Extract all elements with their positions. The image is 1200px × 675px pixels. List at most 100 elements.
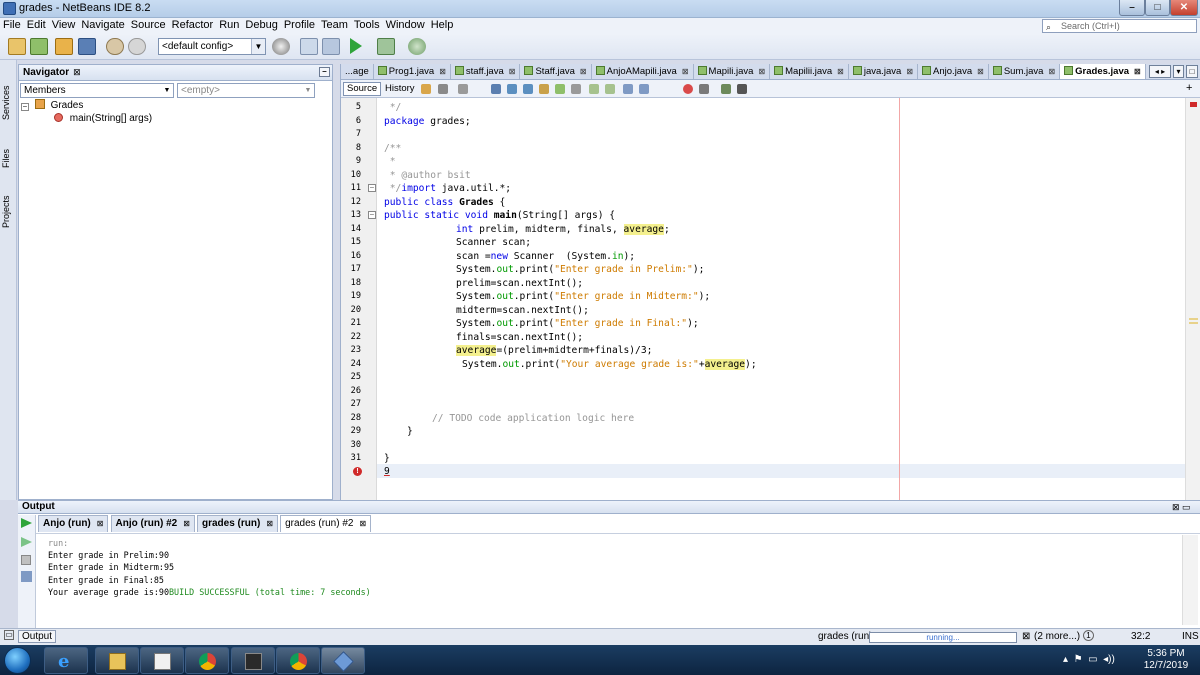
open-project-icon[interactable]	[55, 38, 73, 55]
taskbar-media[interactable]	[140, 647, 184, 674]
empty-select[interactable]: <empty> ▼	[177, 83, 315, 98]
close-icon[interactable]: ⊠	[758, 67, 765, 76]
save-all-icon[interactable]	[78, 38, 96, 55]
close-icon[interactable]: ⊠	[439, 67, 446, 76]
tab-files[interactable]: Files	[1, 138, 16, 178]
tab-list-icon[interactable]: ▾	[1173, 65, 1184, 78]
close-icon[interactable]: ⊠	[580, 67, 587, 76]
close-icon[interactable]: ⊠	[977, 67, 984, 76]
split-plus-icon[interactable]: +	[1186, 82, 1192, 94]
clean-build-icon[interactable]	[300, 38, 318, 55]
output-scrollbar[interactable]	[1182, 535, 1198, 625]
undo-icon[interactable]	[106, 38, 124, 55]
rerun-icon[interactable]	[21, 518, 32, 528]
system-tray[interactable]: ▴ ⚑ ▭ ◂))	[1063, 654, 1115, 665]
next-bookmark-icon[interactable]	[571, 84, 581, 94]
menu-debug[interactable]: Debug	[242, 18, 280, 31]
close-button[interactable]: ✕	[1170, 0, 1198, 16]
output-tab-grades-run[interactable]: grades (run) ⊠	[196, 515, 279, 532]
restore-icon[interactable]: ▭	[4, 630, 14, 640]
tab-projects[interactable]: Projects	[1, 184, 16, 240]
close-icon[interactable]: ⊠	[359, 519, 366, 528]
close-icon[interactable]: ⊠	[509, 67, 516, 76]
menu-navigate[interactable]: Navigate	[78, 18, 127, 31]
tab-scroll-arrows[interactable]: ◂ ▸	[1149, 65, 1171, 78]
notification-icon[interactable]: 1	[1083, 630, 1094, 641]
comment-icon[interactable]	[623, 84, 633, 94]
menu-file[interactable]: File	[0, 18, 24, 31]
close-icon[interactable]: ⊠	[837, 67, 844, 76]
toggle-bookmark-icon[interactable]	[555, 84, 565, 94]
search-input[interactable]: ⌕ Search (Ctrl+I)	[1042, 19, 1197, 33]
redo-icon[interactable]	[128, 38, 146, 55]
code-editor[interactable]: */ package grades; /** * * @author bsit …	[377, 98, 1185, 500]
collapse-icon[interactable]: –	[21, 103, 29, 111]
back-icon[interactable]	[438, 84, 448, 94]
menu-edit[interactable]: Edit	[24, 18, 49, 31]
uncomment-icon[interactable]	[639, 84, 649, 94]
tab-grades[interactable]: Grades.java ⊠	[1060, 64, 1146, 79]
menu-profile[interactable]: Profile	[281, 18, 318, 31]
menu-help[interactable]: Help	[428, 18, 457, 31]
close-icon[interactable]: ⊠	[682, 67, 689, 76]
occurrence-marker[interactable]	[1189, 322, 1198, 324]
maximize-editor-icon[interactable]: □	[1186, 65, 1198, 78]
last-edit-icon[interactable]	[421, 84, 431, 94]
build-icon[interactable]	[322, 38, 340, 55]
tree-node-method[interactable]: main(String[] args)	[21, 112, 152, 125]
config-select[interactable]: <default config> ▼	[158, 38, 266, 55]
tab-staff-upper[interactable]: Staff.java ⊠	[520, 64, 592, 79]
close-icon[interactable]: ⊠	[73, 67, 81, 77]
new-project-icon[interactable]	[30, 38, 48, 55]
close-task-icon[interactable]: ⊠	[1022, 631, 1030, 643]
members-select[interactable]: Members ▼	[20, 83, 174, 98]
tab-sum[interactable]: Sum.java ⊠	[989, 64, 1061, 79]
output-toggle-button[interactable]: Output	[18, 630, 57, 643]
forward-icon[interactable]	[458, 84, 468, 94]
output-window-controls[interactable]: ⊠ ▭	[1172, 502, 1191, 513]
taskbar-chrome[interactable]	[185, 647, 229, 674]
menu-source[interactable]: Source	[128, 18, 169, 31]
taskbar-netbeans[interactable]	[321, 647, 365, 674]
output-tab-grades-run-2[interactable]: grades (run) #2 ⊠	[280, 515, 372, 532]
close-icon[interactable]: ⊠	[1048, 67, 1055, 76]
close-icon[interactable]: ⊠	[97, 519, 104, 528]
maximize-button[interactable]: □	[1145, 0, 1170, 16]
start-button[interactable]	[4, 647, 31, 674]
editor-error-stripe[interactable]	[1185, 98, 1200, 500]
menu-team[interactable]: Team	[318, 18, 351, 31]
taskbar-chrome-2[interactable]	[276, 647, 320, 674]
target-icon[interactable]	[272, 38, 290, 55]
menu-tools[interactable]: Tools	[351, 18, 383, 31]
taskbar-ie[interactable]: e	[44, 647, 88, 674]
run-icon[interactable]	[350, 38, 362, 54]
debug-icon[interactable]	[377, 38, 395, 55]
tab-java[interactable]: java.java ⊠	[849, 64, 919, 79]
shift-left-icon[interactable]	[605, 84, 615, 94]
tab-services[interactable]: Services	[1, 74, 16, 132]
tab-anjo[interactable]: Anjo.java ⊠	[918, 64, 989, 79]
error-marker[interactable]	[1190, 102, 1197, 107]
find-next-icon[interactable]	[523, 84, 533, 94]
more-tasks-link[interactable]: (2 more...)	[1034, 631, 1080, 643]
tab-package[interactable]: ...age	[341, 64, 374, 79]
clock[interactable]: 5:36 PM 12/7/2019	[1138, 648, 1194, 672]
menu-view[interactable]: View	[49, 18, 79, 31]
minimize-panel-button[interactable]: –	[319, 67, 330, 77]
find-icon[interactable]	[491, 84, 501, 94]
stop-icon[interactable]	[21, 555, 31, 565]
fold-toggle-icon[interactable]: –	[368, 211, 376, 219]
tab-mapilii[interactable]: Mapilii.java ⊠	[770, 64, 849, 79]
stop-macro-icon[interactable]	[699, 84, 709, 94]
toggle-highlight-icon[interactable]	[539, 84, 549, 94]
menu-refactor[interactable]: Refactor	[169, 18, 217, 31]
menu-run[interactable]: Run	[216, 18, 242, 31]
minimize-button[interactable]: –	[1119, 0, 1145, 16]
tab-prog1[interactable]: Prog1.java ⊠	[374, 64, 451, 79]
tab-anjoamapili[interactable]: AnjoAMapili.java ⊠	[592, 64, 694, 79]
tab-staff[interactable]: staff.java ⊠	[451, 64, 521, 79]
rerun-different-icon[interactable]	[21, 537, 32, 547]
close-icon[interactable]: ⊠	[1134, 67, 1141, 76]
settings-icon[interactable]	[21, 571, 32, 582]
history-button[interactable]: History	[381, 82, 419, 96]
